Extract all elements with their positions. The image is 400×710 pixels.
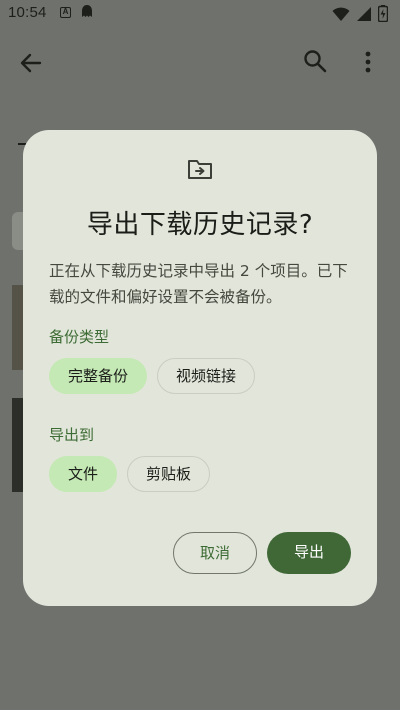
export-to-label: 导出到 xyxy=(49,426,95,444)
export-dialog: 导出下载历史记录? 正在从下载历史记录中导出 2 个项目。已下载的文件和偏好设置… xyxy=(23,130,377,606)
signal-icon xyxy=(357,6,371,21)
chip-video-links[interactable]: 视频链接 xyxy=(157,358,256,394)
status-bar: 10:54 A xyxy=(0,0,400,28)
export-button[interactable]: 导出 xyxy=(267,532,351,574)
more-vert-icon[interactable] xyxy=(358,48,378,76)
chip-full-backup[interactable]: 完整备份 xyxy=(49,358,148,394)
backup-type-chips: 完整备份 视频链接 xyxy=(49,358,256,394)
export-to-chips: 文件 剪贴板 xyxy=(49,456,211,492)
cancel-button[interactable]: 取消 xyxy=(173,532,257,574)
dialog-message: 正在从下载历史记录中导出 2 个项目。已下载的文件和偏好设置不会被备份。 xyxy=(49,262,348,306)
app-toolbar xyxy=(0,36,400,88)
chip-clipboard[interactable]: 剪贴板 xyxy=(127,456,211,492)
status-time: 10:54 xyxy=(8,4,47,21)
back-arrow-icon[interactable] xyxy=(18,50,44,76)
folder-export-icon xyxy=(188,160,212,179)
backup-type-label: 备份类型 xyxy=(49,328,110,346)
dialog-title: 导出下载历史记录? xyxy=(86,210,314,240)
battery-icon xyxy=(378,5,388,22)
status-icons xyxy=(332,5,388,22)
search-icon[interactable] xyxy=(302,48,328,74)
ghost-notification-icon xyxy=(82,5,92,17)
app-notification-icon: A xyxy=(60,7,71,18)
chip-file[interactable]: 文件 xyxy=(49,456,118,492)
wifi-icon xyxy=(332,7,350,21)
